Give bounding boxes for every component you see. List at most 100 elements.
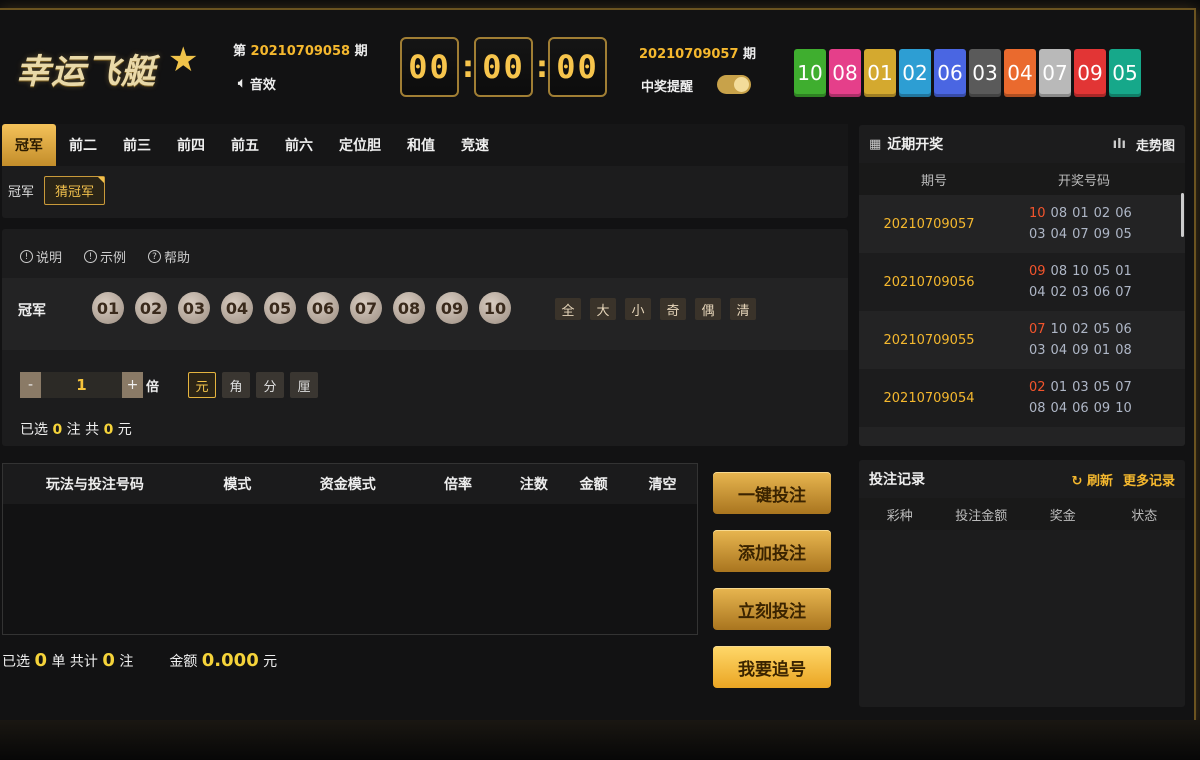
unit-button[interactable]: 角 (222, 372, 250, 398)
trend-link[interactable]: ılı 走势图 (1113, 135, 1175, 154)
info-icon: ! (84, 250, 98, 263)
subtab-label: 冠军 (8, 185, 35, 200)
summary-text: 已选 (2, 654, 30, 670)
records-columns: 彩种 投注金额 奖金 状态 (859, 498, 1185, 530)
total-amount: 0.000 (201, 650, 259, 671)
action-button-1[interactable]: 一键投注 (713, 472, 831, 514)
recent-draw-row: 0603010410 (859, 427, 1185, 446)
number-ball[interactable]: 01 (92, 292, 124, 324)
action-button-4[interactable]: 我要追号 (713, 646, 831, 688)
recent-scrollbar[interactable] (1181, 193, 1184, 237)
tab-9[interactable]: 竞速 (448, 124, 502, 166)
number-ball[interactable]: 09 (436, 292, 468, 324)
action-buttons: 一键投注添加投注立刻投注我要追号 (713, 472, 831, 688)
draw-number: 01 (1115, 264, 1132, 279)
summary-text: 已选 (20, 422, 48, 438)
number-ball[interactable]: 10 (479, 292, 511, 324)
current-issue-number: 20210709058 (250, 44, 351, 59)
quick-select-button[interactable]: 奇 (660, 298, 686, 320)
tab-2[interactable]: 前二 (56, 124, 110, 166)
quick-select-button[interactable]: 清 (730, 298, 756, 320)
tab-5[interactable]: 前五 (218, 124, 272, 166)
win-reminder-toggle[interactable] (717, 75, 751, 94)
draw-number: 05 (1093, 380, 1111, 395)
tab-1[interactable]: 冠军 (2, 124, 56, 166)
help-label: 示例 (100, 251, 127, 266)
issue-suffix: 期 (354, 44, 368, 59)
draw-number: 01 (1093, 343, 1111, 358)
draw-number: 10 (1029, 206, 1046, 221)
unit-button[interactable]: 厘 (290, 372, 318, 398)
quick-select-button[interactable]: 小 (625, 298, 651, 320)
bet-column-header: 模式 (223, 477, 252, 493)
draw-number: 08 (1115, 343, 1132, 358)
current-issue: 第 20210709058 期 (233, 40, 368, 59)
refresh-label: 刷新 (1086, 473, 1113, 489)
recent-draws-panel: ▦ 近期开奖 ılı 走势图 期号 开奖号码 20210709057 10 08 01… (859, 125, 1185, 446)
result-ball: 02 (899, 49, 931, 97)
selected-amount: 0 (103, 422, 114, 438)
sound-label: 音效 (249, 78, 276, 93)
action-button-2[interactable]: 添加投注 (713, 530, 831, 572)
tab-8[interactable]: 和值 (394, 124, 448, 166)
multiplier-input[interactable] (41, 372, 122, 398)
sound-toggle[interactable]: 🔈︎ 音效 (238, 74, 276, 93)
multiplier-unit: 倍 (146, 379, 160, 395)
draw-number: 06 (1115, 206, 1132, 221)
number-ball[interactable]: 08 (393, 292, 425, 324)
number-ball[interactable]: 03 (178, 292, 210, 324)
refresh-button[interactable]: ↻ 刷新 (1072, 470, 1113, 489)
draw-numbers: 02 01 03 05 07 08 04 06 09 10 (1029, 377, 1149, 419)
clear-button[interactable]: 清空 (628, 474, 697, 494)
result-ball: 05 (1109, 49, 1141, 97)
help-link-2[interactable]: ! 示例 (84, 247, 126, 266)
quick-select-button[interactable]: 全 (555, 298, 581, 320)
result-ball: 09 (1074, 49, 1106, 97)
help-links: ! 说明! 示例? 帮助 (20, 247, 190, 266)
number-pick-panel: ! 说明! 示例? 帮助 冠军 01 02 03 04 05 06 07 08 09 10 全大小奇偶清… (2, 229, 848, 446)
draw-number: 10 (1050, 322, 1068, 337)
quick-select-button[interactable]: 偶 (695, 298, 721, 320)
play-tabs: 冠军 前二 前三 前四 前五 前六 定位胆 和值 竞速 (2, 124, 848, 166)
selected-summary: 已选 0 注 共 0 元 (20, 419, 132, 439)
speaker-icon: 🔈︎ (238, 76, 246, 91)
unit-button[interactable]: 元 (188, 372, 216, 398)
subtab-guess-champion[interactable]: 猜冠军 (44, 176, 106, 205)
help-link-1[interactable]: ! 说明 (20, 247, 62, 266)
draw-number: 10 (1072, 264, 1089, 279)
draw-number: 03 (1072, 380, 1089, 395)
question-icon: ? (148, 250, 162, 263)
tab-4[interactable]: 前四 (164, 124, 218, 166)
info-icon: ! (20, 250, 33, 263)
number-ball[interactable]: 02 (135, 292, 167, 324)
issue-prefix: 第 (233, 44, 247, 59)
help-label: 帮助 (164, 251, 191, 266)
tab-3[interactable]: 前三 (110, 124, 164, 166)
number-ball[interactable]: 06 (307, 292, 339, 324)
draw-number: 05 (1115, 227, 1132, 242)
number-ball[interactable]: 04 (221, 292, 253, 324)
multiplier-plus-button[interactable]: + (122, 372, 143, 398)
tab-7[interactable]: 定位胆 (326, 124, 394, 166)
help-link-3[interactable]: ? 帮助 (148, 247, 190, 266)
draw-number: 04 (1050, 343, 1068, 358)
number-ball[interactable]: 07 (350, 292, 382, 324)
quick-select-button[interactable]: 大 (590, 298, 616, 320)
multiplier-minus-button[interactable]: - (20, 372, 41, 398)
draw-number: 06 (1093, 285, 1111, 300)
more-records-link[interactable]: 更多记录 (1123, 470, 1175, 489)
number-ball[interactable]: 05 (264, 292, 296, 324)
draw-number: 03 (1029, 343, 1046, 358)
bet-column-header: 资金模式 (319, 477, 376, 493)
number-balls: 01 02 03 04 05 06 07 08 09 10 (92, 292, 511, 324)
draw-numbers: 0603010410 (1029, 446, 1149, 447)
unit-button[interactable]: 分 (256, 372, 284, 398)
draw-numbers: 09 08 10 05 01 04 02 03 06 07 (1029, 261, 1149, 303)
result-ball: 04 (1004, 49, 1036, 97)
action-button-3[interactable]: 立刻投注 (713, 588, 831, 630)
countdown-seconds: 00 (548, 37, 607, 97)
draw-number: 09 (1093, 401, 1111, 416)
draw-number: 04 (1029, 285, 1046, 300)
tab-6[interactable]: 前六 (272, 124, 326, 166)
issue-suffix: 期 (743, 47, 757, 62)
